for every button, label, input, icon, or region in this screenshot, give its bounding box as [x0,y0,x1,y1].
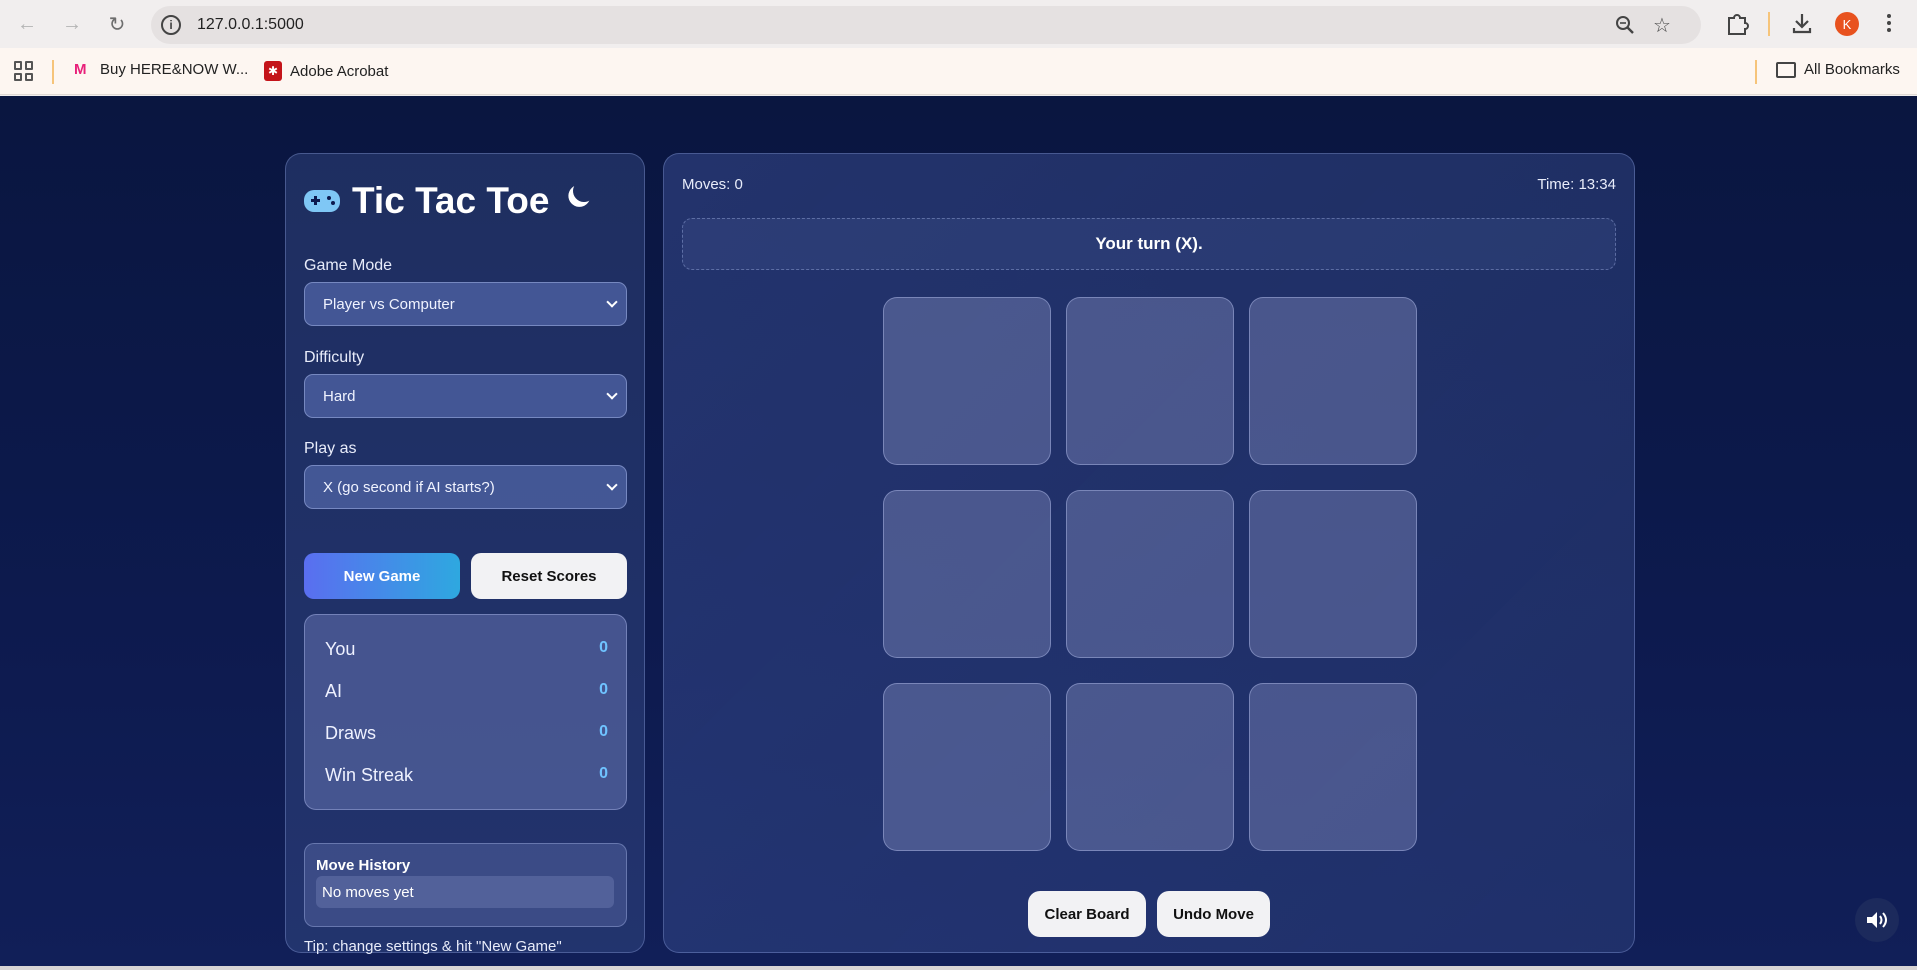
move-counter: Moves: 0 [682,176,743,193]
all-bookmarks-button[interactable]: All Bookmarks [1776,61,1900,78]
game-board [883,297,1417,855]
reload-icon[interactable]: ↻ [103,10,131,38]
reset-scores-button[interactable]: Reset Scores [471,553,627,599]
settings-panel: Tic Tac Toe Game Mode Player vs Computer… [285,153,645,955]
clear-board-button[interactable]: Clear Board [1028,891,1146,937]
chevron-down-icon [606,479,618,491]
board-cell-2[interactable] [1066,297,1234,465]
sound-toggle-button[interactable] [1855,898,1899,942]
score-value: 0 [599,723,608,740]
difficulty-value: Hard [323,387,356,405]
score-label: AI [325,681,343,701]
myntra-logo-icon: M [74,60,87,78]
bookmark-item[interactable]: ✱ Adobe Acrobat [264,61,388,81]
score-value: 0 [599,639,608,656]
extensions-icon[interactable] [1724,10,1750,36]
board-cell-6[interactable] [1249,490,1417,658]
folder-icon [1776,61,1796,78]
tip-text: Tip: change settings & hit "New Game" [304,938,562,955]
moon-icon[interactable] [570,177,598,205]
score-row-win-streak: Win Streak 0 [325,765,608,786]
bookmark-star-icon[interactable]: ☆ [1653,13,1671,38]
browser-toolbar: ← → ↻ i 127.0.0.1:5000 ☆ K [0,0,1917,48]
play-as-value: X (go second if AI starts?) [323,478,495,496]
chevron-down-icon [606,296,618,308]
speaker-icon [1867,912,1887,928]
score-row-ai: AI 0 [325,681,608,702]
toolbar-divider [1768,12,1770,36]
score-row-draws: Draws 0 [325,723,608,744]
bookmarks-divider [52,60,54,84]
address-bar[interactable]: i 127.0.0.1:5000 ☆ [151,6,1701,44]
app-page: Tic Tac Toe Game Mode Player vs Computer… [0,96,1917,966]
play-as-label: Play as [304,440,357,457]
site-info-icon[interactable]: i [161,15,181,35]
game-mode-value: Player vs Computer [323,295,455,313]
download-icon[interactable] [1789,10,1815,36]
all-bookmarks-label: All Bookmarks [1804,61,1900,78]
turn-status: Your turn (X). [682,218,1616,270]
new-game-button[interactable]: New Game [304,553,460,599]
board-cell-7[interactable] [883,683,1051,851]
move-history-title: Move History [316,857,411,874]
page-title: Tic Tac Toe [352,180,550,221]
game-mode-label: Game Mode [304,257,393,274]
board-cell-4[interactable] [883,490,1051,658]
score-label: You [325,639,356,659]
play-as-select[interactable]: X (go second if AI starts?) [304,465,627,509]
undo-move-button[interactable]: Undo Move [1157,891,1270,937]
chevron-down-icon [606,388,618,400]
profile-avatar[interactable]: K [1835,12,1859,36]
game-panel: Moves: 0 Time: 13:34 Your turn (X). Clea… [663,153,1635,953]
board-cell-9[interactable] [1249,683,1417,851]
forward-arrow-icon[interactable]: → [58,10,86,38]
game-mode-select[interactable]: Player vs Computer [304,282,627,326]
score-label: Draws [325,723,377,743]
game-timer: Time: 13:34 [1537,176,1616,193]
bookmarks-divider [1755,60,1757,84]
score-label: Win Streak [325,765,414,785]
zoom-icon[interactable] [1614,14,1636,36]
more-menu-icon[interactable] [1884,10,1894,36]
bookmark-label: Buy HERE&NOW W... [100,61,249,78]
url-text[interactable]: 127.0.0.1:5000 [197,16,304,34]
board-cell-1[interactable] [883,297,1051,465]
bookmark-label: Adobe Acrobat [290,62,389,80]
apps-grid-icon[interactable] [14,61,34,81]
board-cell-5[interactable] [1066,490,1234,658]
score-value: 0 [599,681,608,698]
difficulty-select[interactable]: Hard [304,374,627,418]
board-cell-8[interactable] [1066,683,1234,851]
score-row-you: You 0 [325,639,608,660]
move-history-list: No moves yet [316,876,614,908]
acrobat-logo-icon: ✱ [264,61,282,81]
bookmarks-bar: M Buy HERE&NOW W... ✱ Adobe Acrobat All … [0,48,1917,95]
gamepad-icon [304,190,340,212]
title-row: Tic Tac Toe [304,180,549,222]
board-cell-3[interactable] [1249,297,1417,465]
difficulty-label: Difficulty [304,349,365,366]
scoreboard: You 0 AI 0 Draws 0 Win Streak 0 [304,614,627,810]
score-value: 0 [599,765,608,782]
back-arrow-icon[interactable]: ← [13,10,41,38]
bookmark-item[interactable]: M Buy HERE&NOW W... [74,61,248,78]
page-footer-strip [0,966,1917,970]
move-history: Move History No moves yet [304,843,627,927]
